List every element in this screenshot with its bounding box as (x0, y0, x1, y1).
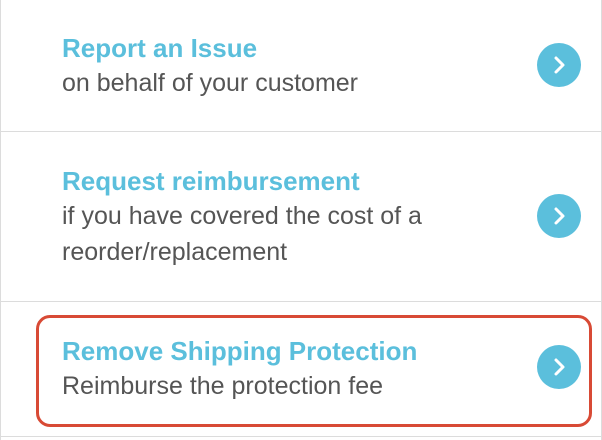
chevron-right-icon[interactable] (537, 43, 581, 87)
chevron-right-icon[interactable] (537, 345, 581, 389)
menu-item-text: Request reimbursement if you have covere… (62, 164, 502, 270)
menu-item-description: on behalf of your customer (62, 69, 358, 97)
divider (1, 436, 601, 437)
menu-item-text: Report an Issue on behalf of your custom… (62, 31, 502, 101)
chevron-right-icon[interactable] (537, 194, 581, 238)
menu-item-text: Remove Shipping Protection Reimburse the… (62, 334, 502, 404)
menu-item-description: if you have covered the cost of a reorde… (62, 202, 422, 266)
menu-item-description: Reimburse the protection fee (62, 372, 384, 400)
menu-item-report-issue[interactable]: Report an Issue on behalf of your custom… (1, 0, 601, 132)
menu-item-request-reimbursement[interactable]: Request reimbursement if you have covere… (1, 133, 601, 302)
menu-item-remove-shipping-protection[interactable]: Remove Shipping Protection Reimburse the… (1, 303, 601, 440)
menu-item-title: Report an Issue (62, 33, 258, 63)
action-menu: Report an Issue on behalf of your custom… (0, 0, 602, 440)
menu-item-title: Remove Shipping Protection (62, 336, 418, 366)
menu-item-title: Request reimbursement (62, 166, 360, 196)
